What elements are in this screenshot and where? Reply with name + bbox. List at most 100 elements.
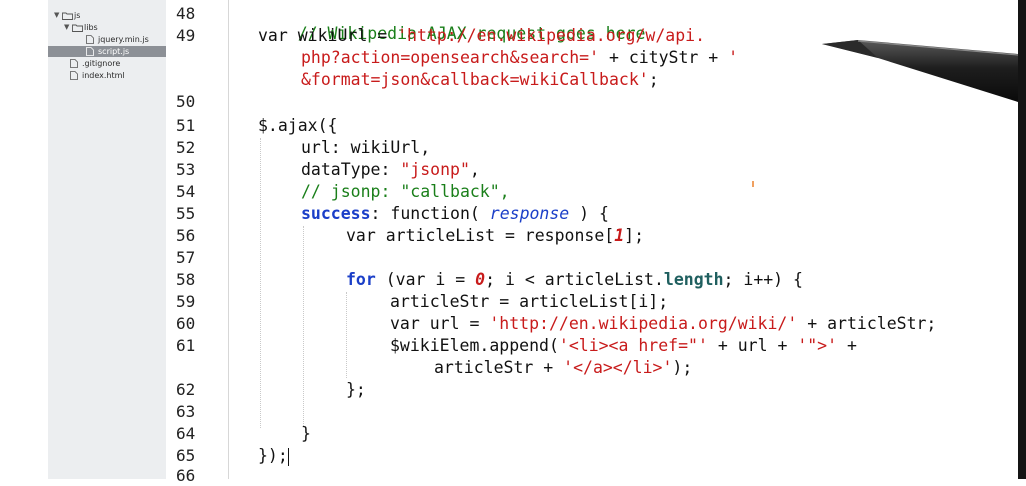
code-token: var url =	[390, 314, 490, 333]
tree-folder-libs[interactable]: ▼ libs	[64, 22, 164, 33]
right-dark-edge	[1018, 0, 1026, 479]
line-number: 53	[176, 160, 196, 179]
code-token: articleStr = articleList[i];	[390, 292, 669, 311]
string-token: '	[728, 48, 739, 67]
line-number: 61	[176, 336, 196, 355]
code-token: }	[301, 424, 311, 443]
tree-file-index-html[interactable]: index.html	[70, 70, 160, 81]
code-token: $.ajax({	[258, 116, 338, 135]
code-token: (var i =	[375, 270, 476, 289]
tree-item-label: jquery.min.js	[98, 35, 149, 44]
code-line-59: articleStr = articleList[i];	[390, 292, 668, 312]
code-line-58: for (var i = 0; i < articleList.length; …	[346, 270, 803, 290]
string-token: 'http://en.wikipedia.org/w/api.	[397, 26, 706, 45]
code-token: dataType:	[301, 160, 401, 179]
string-token: '</a></li>'	[563, 358, 673, 377]
line-number-gutter: 48 49 50 51 52 53 54 55 56 57 58 59 60 6…	[166, 0, 229, 485]
code-token: + articleStr;	[797, 314, 937, 333]
code-token: ; i++) {	[723, 270, 803, 289]
tree-item-label: js	[74, 11, 81, 20]
code-line-61: $wikiElem.append('<li><a href="' + url +…	[390, 336, 857, 356]
comment-token: // jsonp: "callback",	[301, 182, 510, 201]
indent-guide	[346, 292, 348, 378]
code-token: };	[346, 380, 366, 399]
code-token: + cityStr +	[599, 48, 729, 67]
code-line-49: var wikiUrl = 'http://en.wikipedia.org/w…	[258, 26, 705, 46]
tree-file-script-selected[interactable]: script.js	[48, 46, 166, 57]
tree-folder-js[interactable]: ▼ js	[54, 10, 164, 21]
code-token: $wikiElem.append(	[390, 336, 559, 355]
disclosure-open-icon[interactable]: ▼	[54, 10, 62, 21]
code-token: +	[837, 336, 857, 355]
code-line-64: }	[301, 424, 311, 444]
property-token: length	[663, 270, 724, 289]
file-icon	[86, 35, 98, 44]
line-number: 48	[176, 4, 196, 23]
line-number: 66	[176, 466, 196, 485]
file-icon	[70, 71, 82, 80]
string-token: php?action=opensearch&search='	[301, 48, 600, 67]
line-number: 57	[176, 248, 196, 267]
line-number: 52	[176, 138, 196, 157]
code-token: ];	[624, 226, 645, 245]
disclosure-open-icon[interactable]: ▼	[64, 22, 72, 33]
line-number-active: 65	[176, 446, 196, 465]
stylus-pen-overlay	[818, 20, 1019, 140]
code-token: });	[258, 446, 288, 465]
string-token: 'http://en.wikipedia.org/wiki/'	[489, 314, 798, 333]
string-token: '">'	[797, 336, 838, 355]
folder-icon	[62, 11, 74, 20]
code-token: articleStr +	[434, 358, 564, 377]
keyword-token: success	[301, 204, 371, 223]
indent-guide	[303, 226, 305, 426]
line-number: 51	[176, 116, 196, 135]
code-token: : function(	[370, 204, 490, 223]
folder-icon	[72, 23, 84, 32]
code-token: var wikiUrl =	[258, 26, 398, 45]
code-line-49-wrap1: php?action=opensearch&search=' + cityStr…	[301, 48, 738, 68]
file-icon	[70, 59, 82, 68]
code-token: ;	[648, 70, 659, 89]
code-line-56: var articleList = response[1];	[346, 226, 644, 246]
code-line-51: $.ajax({	[258, 116, 337, 136]
line-number: 49	[176, 26, 196, 45]
tree-item-label: .gitignore	[82, 59, 121, 68]
code-token: url: wikiUrl,	[301, 138, 431, 157]
code-token: var articleList = response[	[346, 226, 615, 245]
tree-file-jquery[interactable]: jquery.min.js	[86, 34, 166, 45]
keyword-token: for	[346, 270, 376, 289]
code-token: + url +	[707, 336, 798, 355]
tree-item-label: index.html	[82, 71, 125, 80]
code-token: ) {	[569, 204, 609, 223]
tree-file-gitignore[interactable]: .gitignore	[70, 58, 160, 69]
text-cursor	[287, 447, 289, 466]
tree-item-label: script.js	[98, 47, 130, 56]
code-line-61-wrap: articleStr + '</a></li>');	[434, 358, 692, 378]
code-token: ,	[469, 160, 480, 179]
code-line-49-wrap2: &format=json&callback=wikiCallback';	[301, 70, 659, 90]
code-line-53: dataType: "jsonp",	[301, 160, 480, 180]
string-token: '<li><a href="'	[558, 336, 708, 355]
number-token: 1	[614, 226, 625, 245]
line-number: 54	[176, 182, 196, 201]
file-tree-sidebar: ▼ js ▼ libs jquery.min.js script.js .git…	[48, 0, 167, 479]
line-number: 62	[176, 380, 196, 399]
line-number: 60	[176, 314, 196, 333]
code-line-55: success: function( response ) {	[301, 204, 609, 224]
code-token: );	[672, 358, 693, 377]
line-number: 59	[176, 292, 196, 311]
line-number: 55	[176, 204, 196, 223]
file-icon	[86, 47, 98, 56]
line-number: 64	[176, 424, 196, 443]
code-line-54: // jsonp: "callback",	[301, 182, 510, 202]
code-line-62: };	[346, 380, 366, 400]
tree-item-label: libs	[84, 23, 98, 32]
speck-mark	[752, 181, 754, 187]
param-token: response	[489, 204, 570, 223]
string-token: &format=json&callback=wikiCallback'	[301, 70, 649, 89]
left-blank-margin	[0, 0, 48, 479]
line-number: 63	[176, 402, 196, 421]
string-token: "jsonp"	[400, 160, 470, 179]
code-token: ; i < articleList.	[485, 270, 664, 289]
line-number: 58	[176, 270, 196, 289]
